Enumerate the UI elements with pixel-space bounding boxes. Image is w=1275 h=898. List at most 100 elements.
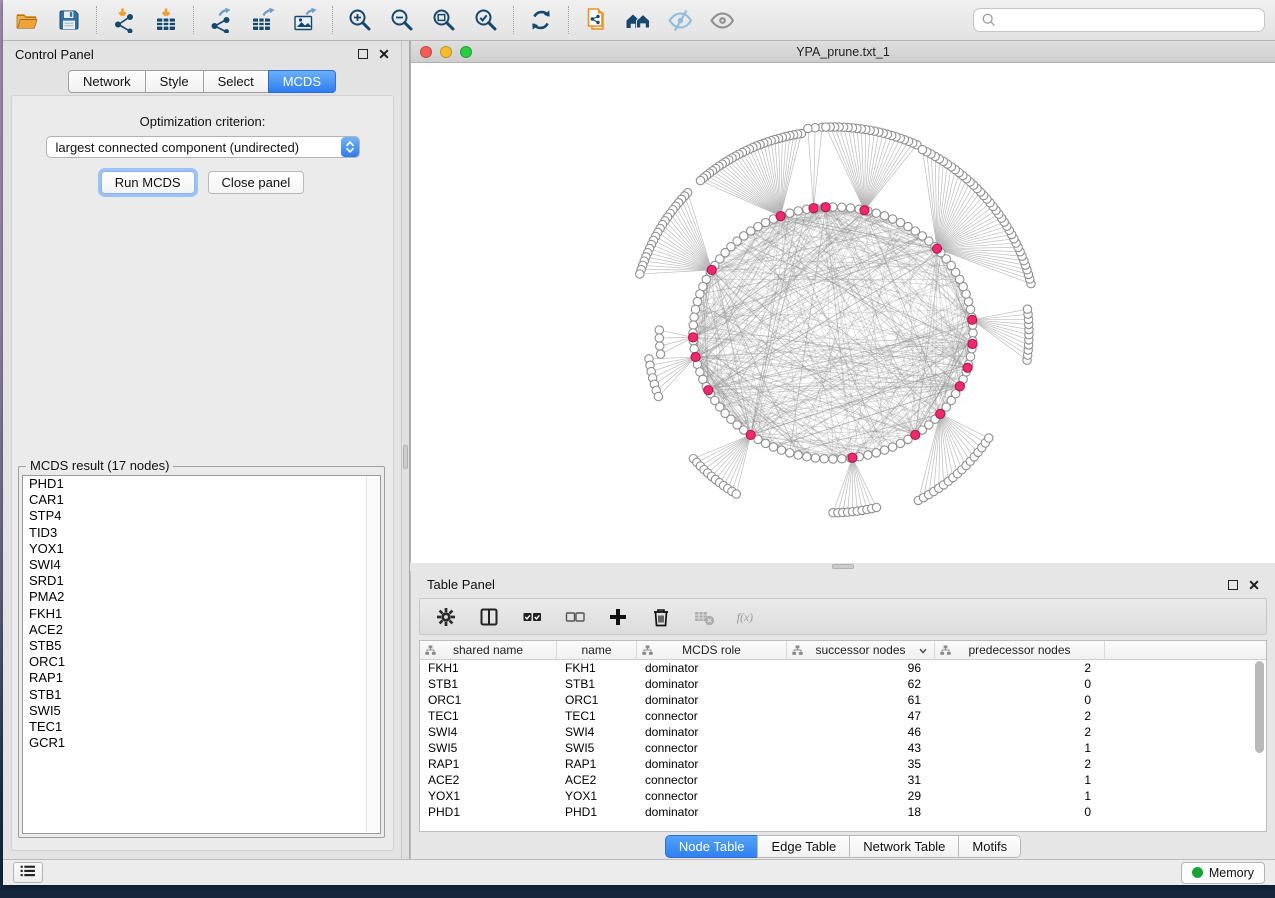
result-list-item[interactable]: GCR1 bbox=[23, 735, 380, 751]
column-header-label: successor nodes bbox=[815, 643, 905, 657]
tab-motifs[interactable]: Motifs bbox=[958, 835, 1021, 858]
result-list-item[interactable]: SWI5 bbox=[23, 703, 380, 719]
result-list-item[interactable]: PMA2 bbox=[23, 589, 380, 605]
close-panel-button[interactable]: Close panel bbox=[208, 171, 305, 194]
table-row[interactable]: PHD1PHD1dominator180 bbox=[420, 804, 1266, 820]
result-list-item[interactable]: RAP1 bbox=[23, 670, 380, 686]
control-panel-titlebar: Control Panel bbox=[3, 41, 401, 67]
table-row[interactable]: ACE2ACE2connector311 bbox=[420, 772, 1266, 788]
import-table-button[interactable] bbox=[152, 5, 180, 35]
vertical-splitter-grip[interactable] bbox=[403, 445, 408, 469]
table-row[interactable]: FKH1FKH1dominator962 bbox=[420, 660, 1266, 676]
traffic-light-minimize[interactable] bbox=[440, 46, 452, 58]
create-column-button[interactable] bbox=[606, 605, 630, 629]
hide-selected-button[interactable] bbox=[666, 5, 694, 35]
tab-edge-table[interactable]: Edge Table bbox=[757, 835, 849, 858]
table-cell: 2 bbox=[935, 725, 1105, 739]
result-list-item[interactable]: SRD1 bbox=[23, 573, 380, 589]
deselect-all-button[interactable] bbox=[563, 605, 587, 629]
tab-select[interactable]: Select bbox=[203, 70, 268, 93]
result-list-item[interactable]: ORC1 bbox=[23, 654, 380, 670]
table-panel: Table Panel f(x) shared namenameMCDS rol… bbox=[410, 571, 1275, 859]
first-neighbors-button[interactable] bbox=[624, 5, 652, 35]
settings-button[interactable] bbox=[434, 605, 458, 629]
toolbar-group bbox=[582, 5, 736, 35]
refresh-button[interactable] bbox=[527, 5, 555, 35]
table-row[interactable]: SWI5SWI5connector431 bbox=[420, 740, 1266, 756]
column-header-shared-name[interactable]: shared name bbox=[420, 641, 557, 659]
traffic-light-zoom[interactable] bbox=[460, 46, 472, 58]
zoom-in-button[interactable] bbox=[346, 5, 374, 35]
toolbar-separator bbox=[193, 6, 194, 34]
table-cell: 96 bbox=[787, 661, 935, 675]
table-row[interactable]: SWI4SWI4dominator462 bbox=[420, 724, 1266, 740]
column-header-name[interactable]: name bbox=[557, 641, 637, 659]
export-table-button[interactable] bbox=[249, 5, 277, 35]
table-scrollbar[interactable] bbox=[1253, 661, 1264, 829]
zoom-out-button[interactable] bbox=[388, 5, 416, 35]
result-list-item[interactable]: CAR1 bbox=[23, 492, 380, 508]
table-row[interactable]: YOX1YOX1connector291 bbox=[420, 788, 1266, 804]
export-network-button[interactable] bbox=[207, 5, 235, 35]
mcds-result-list[interactable]: PHD1CAR1STP4TID3YOX1SWI4SRD1PMA2FKH1ACE2… bbox=[22, 475, 381, 834]
column-header-predecessor-nodes[interactable]: predecessor nodes bbox=[935, 641, 1105, 659]
network-graph[interactable] bbox=[411, 63, 1275, 563]
mcds-result-scrollbar[interactable] bbox=[366, 477, 379, 832]
show-all-icon bbox=[709, 7, 735, 33]
horizontal-splitter-grip[interactable] bbox=[832, 564, 854, 569]
vertical-splitter[interactable] bbox=[401, 41, 410, 859]
open-button[interactable] bbox=[13, 5, 41, 35]
horizontal-splitter[interactable] bbox=[410, 563, 1275, 571]
table-panel-close-button[interactable] bbox=[1249, 580, 1259, 590]
table-row[interactable]: TEC1TEC1connector472 bbox=[420, 708, 1266, 724]
column-header-successor-nodes[interactable]: successor nodes bbox=[787, 641, 935, 659]
tab-network-table[interactable]: Network Table bbox=[849, 835, 958, 858]
column-header-MCDS-role[interactable]: MCDS role bbox=[637, 641, 787, 659]
tab-mcds[interactable]: MCDS bbox=[268, 70, 336, 93]
table-panel-float-button[interactable] bbox=[1228, 580, 1238, 590]
column-header-label: name bbox=[581, 643, 611, 657]
import-network-icon bbox=[111, 7, 137, 33]
result-list-item[interactable]: ACE2 bbox=[23, 622, 380, 638]
duplicate-network-button[interactable] bbox=[582, 5, 610, 35]
search-input[interactable] bbox=[1002, 12, 1257, 29]
control-panel-close-button[interactable] bbox=[379, 49, 389, 59]
result-list-item[interactable]: STB5 bbox=[23, 638, 380, 654]
result-list-item[interactable]: TID3 bbox=[23, 525, 380, 541]
result-list-item[interactable]: PHD1 bbox=[23, 476, 380, 492]
optimization-criterion-label: Optimization criterion: bbox=[12, 114, 393, 129]
result-list-item[interactable]: YOX1 bbox=[23, 541, 380, 557]
result-list-item[interactable]: FKH1 bbox=[23, 606, 380, 622]
result-list-item[interactable]: TEC1 bbox=[23, 719, 380, 735]
select-all-button[interactable] bbox=[520, 605, 544, 629]
tab-node-table[interactable]: Node Table bbox=[665, 835, 758, 858]
table-row[interactable]: RAP1RAP1dominator352 bbox=[420, 756, 1266, 772]
tab-network[interactable]: Network bbox=[68, 70, 145, 93]
network-canvas[interactable] bbox=[411, 63, 1275, 563]
result-list-item[interactable]: SWI4 bbox=[23, 557, 380, 573]
result-list-item[interactable]: STB1 bbox=[23, 687, 380, 703]
optimization-criterion-dropdown[interactable]: largest connected component (undirected) bbox=[46, 136, 360, 158]
delete-columns-button[interactable] bbox=[649, 605, 673, 629]
table-cell: TEC1 bbox=[557, 709, 637, 723]
import-network-button[interactable] bbox=[110, 5, 138, 35]
table-cell: connector bbox=[637, 789, 787, 803]
table-cell: SWI4 bbox=[557, 725, 637, 739]
table-scrollbar-thumb[interactable] bbox=[1255, 661, 1264, 753]
task-history-button[interactable] bbox=[13, 862, 43, 883]
control-panel-float-button[interactable] bbox=[358, 49, 368, 59]
zoom-selected-button[interactable] bbox=[472, 5, 500, 35]
tab-style[interactable]: Style bbox=[145, 70, 203, 93]
memory-button[interactable]: Memory bbox=[1181, 862, 1265, 884]
traffic-light-close[interactable] bbox=[420, 46, 432, 58]
export-image-button[interactable] bbox=[291, 5, 319, 35]
table-row[interactable]: ORC1ORC1dominator610 bbox=[420, 692, 1266, 708]
save-button[interactable] bbox=[55, 5, 83, 35]
table-row[interactable]: STB1STB1dominator620 bbox=[420, 676, 1266, 692]
zoom-fit-button[interactable] bbox=[430, 5, 458, 35]
show-all-button[interactable] bbox=[708, 5, 736, 35]
result-list-item[interactable]: STP4 bbox=[23, 508, 380, 524]
column-selector-button[interactable] bbox=[477, 605, 501, 629]
run-mcds-button[interactable]: Run MCDS bbox=[101, 171, 195, 194]
search-box[interactable] bbox=[973, 8, 1265, 32]
